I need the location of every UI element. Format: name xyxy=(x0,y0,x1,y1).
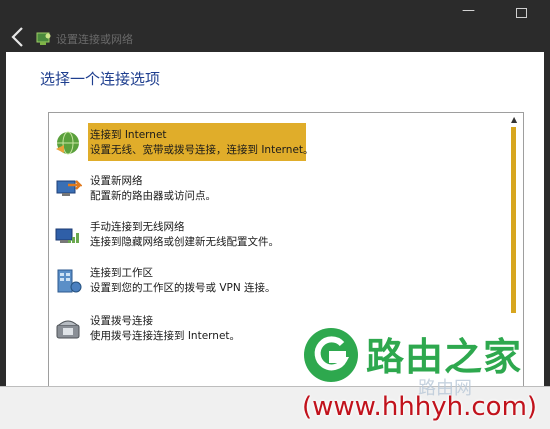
dialup-phone-icon xyxy=(56,320,80,339)
wireless-network-icon xyxy=(55,228,79,243)
minimize-button[interactable]: — xyxy=(462,2,475,20)
option-title: 连接到工作区 xyxy=(90,267,153,279)
option-title: 连接到 Internet xyxy=(90,129,167,141)
option-title: 手动连接到无线网络 xyxy=(90,221,185,233)
watermark-name: 路由之家 xyxy=(366,335,523,379)
option-title: 设置拨号连接 xyxy=(90,315,153,327)
option-description: 配置新的路由器或访问点。 xyxy=(90,190,216,202)
title-bar: — 设置连接或网络 xyxy=(0,0,550,52)
globe-icon xyxy=(56,131,79,155)
option-setup-new-network[interactable]: 设置新网络 配置新的路由器或访问点。 xyxy=(52,171,508,211)
option-description: 使用拨号连接连接到 Internet。 xyxy=(90,330,241,342)
maximize-button[interactable] xyxy=(516,8,527,18)
watermark-logo-icon xyxy=(304,328,358,382)
network-setup-icon xyxy=(36,32,51,45)
new-network-icon xyxy=(56,180,82,196)
watermark-url: (www.hhhyh.com) xyxy=(302,392,538,422)
window-title: 设置连接或网络 xyxy=(56,33,133,46)
option-description: 设置无线、宽带或拨号连接，连接到 Internet。 xyxy=(90,144,314,156)
option-title: 设置新网络 xyxy=(90,175,143,187)
scroll-up-arrow-icon[interactable]: ▲ xyxy=(511,115,517,124)
scroll-thumb[interactable] xyxy=(511,127,516,313)
option-connect-internet[interactable]: 连接到 Internet 设置无线、宽带或拨号连接，连接到 Internet。 xyxy=(52,123,508,165)
option-description: 连接到隐藏网络或创建新无线配置文件。 xyxy=(90,236,279,248)
option-description: 设置到您的工作区的拨号或 VPN 连接。 xyxy=(90,282,276,294)
watermark: 路由之家 路由网 (www.hhhyh.com) xyxy=(296,322,550,428)
option-connect-workplace[interactable]: 连接到工作区 设置到您的工作区的拨号或 VPN 连接。 xyxy=(52,263,508,303)
back-arrow-icon[interactable] xyxy=(8,26,28,48)
page-heading: 选择一个连接选项 xyxy=(40,70,161,88)
workplace-icon xyxy=(57,269,82,293)
option-manual-wireless[interactable]: 手动连接到无线网络 连接到隐藏网络或创建新无线配置文件。 xyxy=(52,217,508,257)
